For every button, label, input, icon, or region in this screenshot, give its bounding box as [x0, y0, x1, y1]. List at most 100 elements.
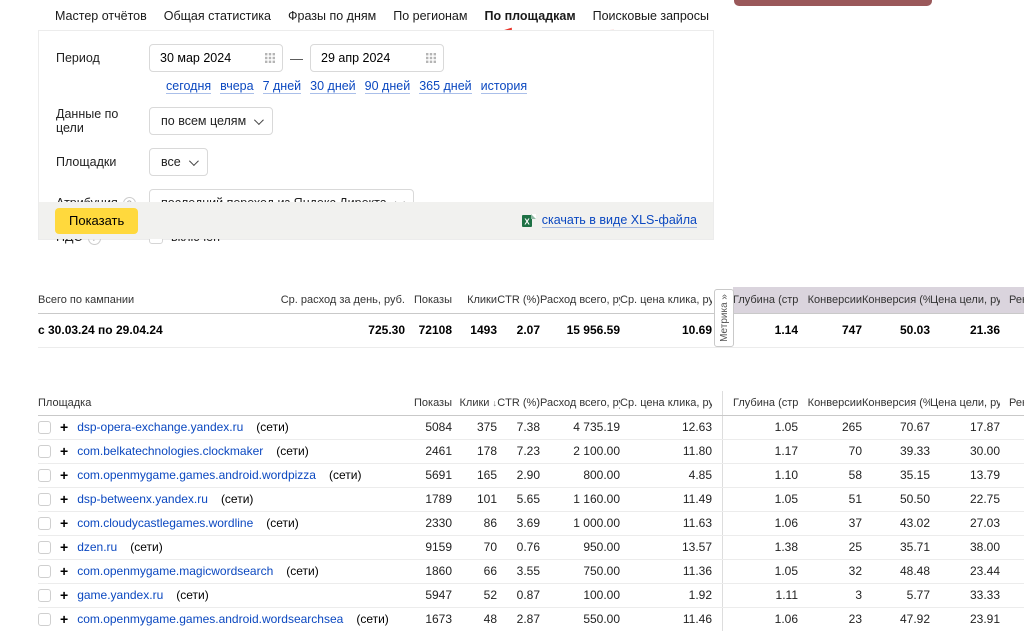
summary-conversion-rate: 50.03 [862, 313, 930, 347]
row-checkbox[interactable] [38, 565, 51, 578]
cell-divider [712, 559, 733, 583]
expand-plus-icon[interactable]: + [60, 516, 68, 530]
quick-link-365-days[interactable]: 365 дней [419, 79, 471, 94]
cell-clicks: 70 [452, 535, 497, 559]
cell-divider [712, 607, 733, 631]
platforms-header-depth[interactable]: Глубина (стр.) [733, 391, 798, 415]
report-filter-panel: Период — сегодня вчера 7 дней 30 дней 90… [38, 30, 714, 240]
platforms-header-shows[interactable]: Показы [405, 391, 452, 415]
platforms-header-conversions[interactable]: Конверсии [798, 391, 862, 415]
row-checkbox[interactable] [38, 493, 51, 506]
metrika-vertical-tab[interactable]: Метрика » [714, 289, 734, 347]
quick-link-30-days[interactable]: 30 дней [310, 79, 356, 94]
date-from-input[interactable] [149, 44, 283, 72]
site-link[interactable]: com.openmygame.games.android.wordsearchs… [77, 612, 343, 626]
summary-header-avg-daily-cost[interactable]: Ср. расход за день, руб. [268, 287, 405, 313]
platforms-select[interactable]: все [149, 148, 208, 176]
date-range-separator: — [290, 51, 303, 66]
site-link[interactable]: com.openmygame.games.android.wordpizza [77, 468, 316, 482]
cell-clicks: 101 [452, 487, 497, 511]
cell-total-cost: 2 100.00 [540, 439, 620, 463]
expand-plus-icon[interactable]: + [60, 468, 68, 482]
row-checkbox[interactable] [38, 613, 51, 626]
cell-ren [1000, 535, 1024, 559]
cell-depth: 1.11 [733, 583, 798, 607]
row-checkbox[interactable] [38, 589, 51, 602]
expand-plus-icon[interactable]: + [60, 492, 68, 506]
cell-divider [712, 439, 733, 463]
site-link[interactable]: game.yandex.ru [77, 588, 163, 602]
summary-ren-value [1000, 313, 1024, 347]
quick-link-today[interactable]: сегодня [166, 79, 211, 94]
cell-total-cost: 550.00 [540, 607, 620, 631]
goal-select[interactable]: по всем целям [149, 107, 273, 135]
platforms-header-ctr[interactable]: CTR (%) [497, 391, 540, 415]
summary-header-clicks[interactable]: Клики [452, 287, 497, 313]
platforms-header-divider [712, 391, 733, 415]
quick-link-history[interactable]: история [481, 79, 527, 94]
summary-header-ctr[interactable]: CTR (%) [497, 287, 540, 313]
row-checkbox[interactable] [38, 445, 51, 458]
cell-conversion-rate: 48.48 [862, 559, 930, 583]
table-row: + dsp-opera-exchange.yandex.ru (сети) 50… [38, 415, 1024, 439]
site-link[interactable]: dzen.ru [77, 540, 117, 554]
row-checkbox[interactable] [38, 517, 51, 530]
summary-header-avg-click-cost[interactable]: Ср. цена клика, руб. [620, 287, 712, 313]
cell-total-cost: 750.00 [540, 559, 620, 583]
calendar-icon[interactable] [265, 53, 275, 63]
site-link[interactable]: com.cloudycastlegames.wordline [77, 516, 253, 530]
date-to-input[interactable] [310, 44, 444, 72]
site-link[interactable]: com.openmygame.magicwordsearch [77, 564, 273, 578]
platforms-header-conversion-rate[interactable]: Конверсия (%) [862, 391, 930, 415]
platforms-header-total-cost[interactable]: Расход всего, руб. [540, 391, 620, 415]
summary-header-goal-cost[interactable]: Цена цели, руб. [930, 287, 1000, 313]
site-link[interactable]: dsp-opera-exchange.yandex.ru [77, 420, 243, 434]
platforms-header-clicks[interactable]: Клики ↓ [452, 391, 497, 415]
cell-conversion-rate: 35.15 [862, 463, 930, 487]
cell-conversions: 32 [798, 559, 862, 583]
cell-ctr: 3.55 [497, 559, 540, 583]
expand-plus-icon[interactable]: + [60, 420, 68, 434]
row-checkbox[interactable] [38, 421, 51, 434]
row-checkbox[interactable] [38, 469, 51, 482]
site-link[interactable]: com.belkatechnologies.clockmaker [77, 444, 263, 458]
summary-header-shows[interactable]: Показы [405, 287, 452, 313]
cell-total-cost: 1 160.00 [540, 487, 620, 511]
cell-total-cost: 4 735.19 [540, 415, 620, 439]
platforms-header-ren[interactable]: Рен [1000, 391, 1024, 415]
quick-link-90-days[interactable]: 90 дней [365, 79, 411, 94]
summary-header-total-cost[interactable]: Расход всего, руб. [540, 287, 620, 313]
cell-avg-click-cost: 11.36 [620, 559, 712, 583]
row-checkbox[interactable] [38, 541, 51, 554]
platforms-header-goal-cost[interactable]: Цена цели, руб. [930, 391, 1000, 415]
table-row: + dzen.ru (сети) 9159 70 0.76 950.00 13.… [38, 535, 1024, 559]
download-xls-link[interactable]: X скачать в виде XLS-файла [522, 213, 697, 228]
expand-plus-icon[interactable]: + [60, 444, 68, 458]
expand-plus-icon[interactable]: + [60, 564, 68, 578]
cell-avg-click-cost: 11.46 [620, 607, 712, 631]
calendar-icon[interactable] [426, 53, 436, 63]
platforms-header-avg-click-cost[interactable]: Ср. цена клика, руб. [620, 391, 712, 415]
chevron-down-icon [254, 115, 264, 125]
site-link[interactable]: dsp-betweenx.yandex.ru [77, 492, 208, 506]
summary-header-depth[interactable]: Глубина (стр.) [733, 287, 798, 313]
cell-ctr: 2.87 [497, 607, 540, 631]
cell-clicks: 178 [452, 439, 497, 463]
svg-text:X: X [524, 217, 530, 226]
summary-header-ren[interactable]: Рен [1000, 287, 1024, 313]
date-from-wrap [149, 44, 283, 72]
expand-plus-icon[interactable]: + [60, 588, 68, 602]
expand-plus-icon[interactable]: + [60, 612, 68, 626]
cell-conversions: 3 [798, 583, 862, 607]
quick-link-7-days[interactable]: 7 дней [263, 79, 302, 94]
summary-header-conversion-rate[interactable]: Конверсия (%) [862, 287, 930, 313]
cell-clicks: 86 [452, 511, 497, 535]
expand-plus-icon[interactable]: + [60, 540, 68, 554]
summary-header-conversions[interactable]: Конверсии [798, 287, 862, 313]
show-button[interactable]: Показать [55, 208, 138, 234]
quick-link-yesterday[interactable]: вчера [220, 79, 253, 94]
cell-depth: 1.06 [733, 607, 798, 631]
cell-goal-cost: 33.33 [930, 583, 1000, 607]
summary-ctr: 2.07 [497, 313, 540, 347]
table-row: + com.cloudycastlegames.wordline (сети) … [38, 511, 1024, 535]
